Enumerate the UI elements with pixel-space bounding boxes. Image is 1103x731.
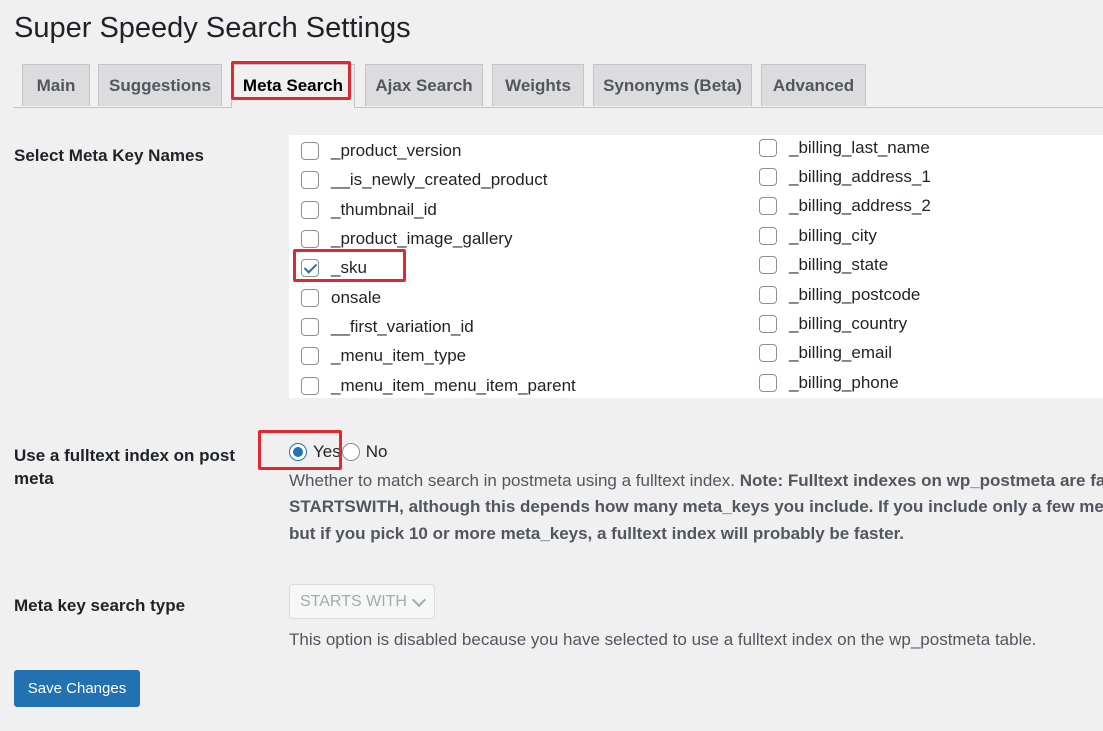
- search-type-label: Meta key search type: [14, 596, 186, 615]
- checkbox[interactable]: [759, 344, 777, 362]
- fulltext-description-line2: STARTSWITH, although this depends how ma…: [289, 497, 1103, 516]
- checkbox[interactable]: [301, 318, 319, 336]
- meta-key-option[interactable]: _billing_phone: [759, 372, 899, 394]
- tabs-divider: [14, 107, 1103, 108]
- meta-key-option[interactable]: _menu_item_type: [301, 345, 466, 367]
- meta-key-option[interactable]: _billing_last_name: [759, 137, 930, 159]
- save-changes-button[interactable]: Save Changes: [14, 670, 140, 707]
- page-title: Super Speedy Search Settings: [14, 12, 411, 44]
- tab-meta-search[interactable]: Meta Search: [231, 64, 355, 108]
- checkbox[interactable]: [301, 289, 319, 307]
- checkbox[interactable]: [759, 256, 777, 274]
- checkbox[interactable]: [301, 142, 319, 160]
- tab-advanced[interactable]: Advanced: [761, 64, 866, 106]
- checkbox[interactable]: [759, 139, 777, 157]
- fulltext-label: Use a fulltext index on post meta: [14, 446, 236, 488]
- radio-no-label[interactable]: No: [366, 442, 388, 462]
- meta-key-option[interactable]: __first_variation_id: [301, 316, 474, 338]
- chevron-down-icon: [411, 592, 427, 608]
- tab-synonyms[interactable]: Synonyms (Beta): [593, 64, 752, 106]
- tab-weights[interactable]: Weights: [492, 64, 584, 106]
- checkbox[interactable]: [759, 286, 777, 304]
- meta-key-option-sku[interactable]: _sku: [301, 257, 367, 279]
- meta-key-option[interactable]: _billing_address_2: [759, 195, 931, 217]
- checkbox[interactable]: [759, 197, 777, 215]
- meta-key-option[interactable]: _product_version: [301, 140, 461, 162]
- meta-key-option[interactable]: _billing_city: [759, 225, 877, 247]
- radio-yes-label[interactable]: Yes: [313, 442, 341, 462]
- search-type-select: STARTS WITH: [289, 584, 435, 619]
- meta-keys-label: Select Meta Key Names: [14, 146, 204, 165]
- meta-key-option[interactable]: _menu_item_menu_item_parent: [301, 375, 576, 397]
- meta-key-option[interactable]: _billing_postcode: [759, 284, 920, 306]
- checkbox[interactable]: [301, 347, 319, 365]
- checkbox[interactable]: [301, 171, 319, 189]
- fulltext-radio-group: Yes No: [289, 440, 387, 464]
- meta-keys-panel: _product_version __is_newly_created_prod…: [289, 135, 1103, 398]
- meta-key-option[interactable]: _billing_state: [759, 254, 888, 276]
- checkbox[interactable]: [301, 377, 319, 395]
- meta-key-option[interactable]: __is_newly_created_product: [301, 169, 547, 191]
- tab-suggestions[interactable]: Suggestions: [98, 64, 222, 106]
- search-type-note: This option is disabled because you have…: [289, 630, 1037, 649]
- checkbox[interactable]: [759, 315, 777, 333]
- tab-main[interactable]: Main: [22, 64, 90, 106]
- meta-key-option[interactable]: _billing_email: [759, 342, 892, 364]
- checkbox[interactable]: [759, 227, 777, 245]
- tab-ajax-search[interactable]: Ajax Search: [365, 64, 483, 106]
- meta-key-option[interactable]: _product_image_gallery: [301, 228, 512, 250]
- checkbox[interactable]: [759, 168, 777, 186]
- meta-key-option[interactable]: _billing_country: [759, 313, 907, 335]
- fulltext-description-line3: but if you pick 10 or more meta_keys, a …: [289, 524, 905, 543]
- meta-key-option[interactable]: _billing_address_1: [759, 166, 931, 188]
- meta-key-option[interactable]: _thumbnail_id: [301, 199, 437, 221]
- checkbox[interactable]: [301, 201, 319, 219]
- meta-key-option[interactable]: onsale: [301, 287, 381, 309]
- radio-yes[interactable]: [289, 443, 307, 461]
- checkbox[interactable]: [759, 374, 777, 392]
- radio-no[interactable]: [341, 443, 360, 461]
- fulltext-description-line1: Whether to match search in postmeta usin…: [289, 471, 1103, 490]
- checkbox-checked[interactable]: [301, 259, 319, 277]
- checkbox[interactable]: [301, 230, 319, 248]
